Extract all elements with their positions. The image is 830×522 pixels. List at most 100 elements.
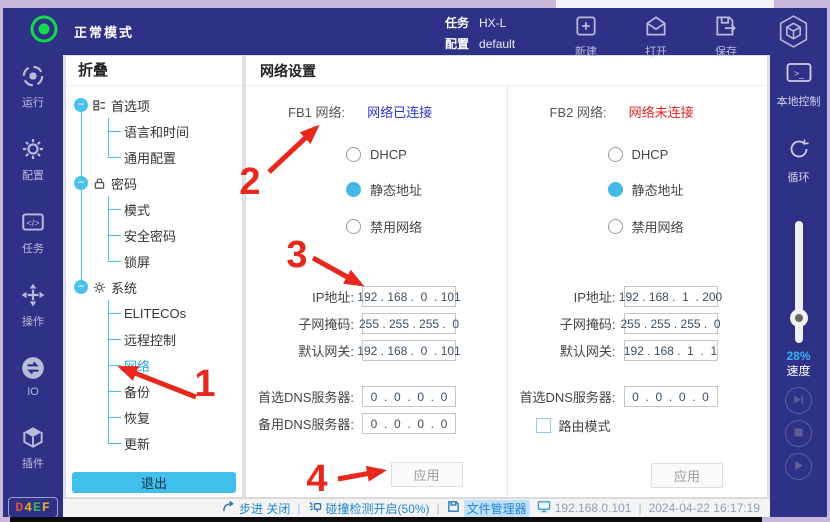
status-separator: | — [297, 501, 300, 515]
speed-slider[interactable] — [790, 221, 808, 343]
sidebar-item-io[interactable]: IO — [20, 355, 46, 398]
new-task-button[interactable]: 新建 — [563, 13, 609, 59]
local-control-icon: >_ — [785, 61, 813, 90]
fb2-ip-input[interactable]: 192 . 168 . 1 . 200 — [624, 286, 718, 307]
save-task-button[interactable]: 保存 — [703, 13, 749, 59]
tree-item-remote-control[interactable]: 远程控制 — [108, 326, 242, 352]
preferences-children: 语言和时间 通用配置 — [108, 118, 242, 170]
fb2-gateway-input[interactable]: 192 . 168 . 1 . 1 — [624, 340, 718, 361]
sidebar-item-config[interactable]: 配置 — [20, 136, 46, 183]
tree-item-mode[interactable]: 模式 — [108, 196, 242, 222]
fb1-ip-input[interactable]: 192 . 168 . 0 . 101 — [362, 286, 456, 307]
tree-item-backup[interactable]: 备份 — [108, 378, 242, 404]
network-settings-panel: 网络设置 FB1 网络: 网络已连接 DHCP — [245, 55, 768, 498]
mode-indicator[interactable]: 正常模式 — [29, 14, 134, 49]
exit-button[interactable]: 退出 — [72, 472, 236, 493]
sidebar-item-label: 任务 — [22, 240, 44, 256]
sidebar-item-operate[interactable]: 操作 — [20, 282, 46, 329]
fb1-gateway-input[interactable]: 192 . 168 . 0 . 101 — [362, 340, 456, 361]
settings-tree-panel: 折叠 − 首选项 语言和时间 通用配置 — [65, 55, 243, 498]
step-icon — [222, 500, 235, 516]
tree-node-preferences[interactable]: − 首选项 — [74, 92, 242, 118]
fb1-dns1-input[interactable]: 0 . 0 . 0 . 0 — [362, 386, 456, 407]
collapse-minus-icon[interactable]: − — [74, 280, 88, 294]
fb1-address-fields: IP地址: 192 . 168 . 0 . 101 子网掩码: 255 . 25… — [246, 286, 507, 361]
route-mode-checkbox[interactable] — [536, 418, 551, 433]
save-icon — [713, 13, 739, 42]
panel-title: 网络设置 — [246, 56, 767, 86]
fb2-radio-group: DHCP 静态地址 禁用网络 — [608, 147, 768, 236]
fb2-radio-static[interactable]: 静态地址 — [608, 180, 768, 199]
file-manager-button[interactable]: 文件管理器 — [447, 500, 530, 517]
top-bar: 正常模式 任务 HX-L 配置 default 新建 — [3, 8, 827, 55]
preferences-icon — [93, 99, 106, 112]
password-children: 模式 安全密码 锁屏 — [108, 196, 242, 274]
collapse-header[interactable]: 折叠 — [66, 56, 242, 86]
task-label: 任务 — [445, 14, 469, 31]
fb2-address-fields: IP地址: 192 . 168 . 1 . 200 子网掩码: 255 . 25… — [508, 286, 768, 361]
fb1-dns2-input[interactable]: 0 . 0 . 0 . 0 — [362, 413, 456, 434]
stop-button[interactable] — [785, 420, 812, 447]
fb1-radio-dhcp[interactable]: DHCP — [346, 147, 507, 162]
tree-item-update[interactable]: 更新 — [108, 430, 242, 456]
fb2-column: FB2 网络: 网络未连接 DHCP 静态地址 — [507, 86, 768, 497]
plugin-icon — [20, 424, 46, 453]
radio-circle-selected — [608, 182, 623, 197]
route-mode-checkbox-row[interactable]: 路由模式 — [536, 416, 768, 435]
tree-node-password[interactable]: − 密码 — [74, 170, 242, 196]
tree-item-restore[interactable]: 恢复 — [108, 404, 242, 430]
save-task-label: 保存 — [715, 43, 737, 59]
loop-label: 循环 — [788, 169, 810, 185]
open-icon — [643, 13, 669, 42]
task-config-block: 任务 HX-L 配置 default — [445, 14, 515, 52]
sidebar-item-plugin[interactable]: 插件 — [20, 424, 46, 471]
skip-next-icon — [792, 393, 805, 409]
tree-item-language-time[interactable]: 语言和时间 — [108, 118, 242, 144]
local-control-button[interactable]: >_ 本地控制 — [777, 61, 821, 109]
loop-mode-button[interactable]: 循环 — [785, 135, 813, 185]
fb1-radio-static[interactable]: 静态地址 — [346, 180, 507, 199]
step-status[interactable]: 步进 关闭 — [222, 500, 290, 517]
collapse-minus-icon[interactable]: − — [74, 98, 88, 112]
fb2-radio-dhcp[interactable]: DHCP — [608, 147, 768, 162]
tree-item-network[interactable]: 网络 — [108, 352, 242, 378]
sidebar-item-task[interactable]: </> 任务 — [20, 209, 46, 256]
step-forward-button[interactable] — [785, 387, 812, 414]
io-icon — [20, 355, 46, 384]
fb2-radio-disable[interactable]: 禁用网络 — [608, 217, 768, 236]
svg-text:>_: >_ — [793, 69, 804, 79]
open-task-button[interactable]: 打开 — [633, 13, 679, 59]
radio-circle — [608, 147, 623, 162]
collapse-minus-icon[interactable]: − — [74, 176, 88, 190]
fb1-radio-group: DHCP 静态地址 禁用网络 — [346, 147, 507, 236]
tree-item-elitecos[interactable]: ELITECOs — [108, 300, 242, 326]
fb1-apply-button[interactable]: 应用 — [391, 462, 463, 487]
fb2-ip-label: IP地址: — [508, 287, 616, 306]
fb1-mask-input[interactable]: 255 . 255 . 255 . 0 — [362, 313, 456, 334]
fb2-dns1-input[interactable]: 0 . 0 . 0 . 0 — [624, 386, 718, 407]
fb2-gateway-label: 默认网关: — [508, 341, 616, 360]
topbar-actions: 新建 打开 保存 — [563, 13, 749, 59]
task-icon: </> — [20, 209, 46, 238]
local-control-label: 本地控制 — [777, 93, 821, 109]
fb2-apply-button[interactable]: 应用 — [651, 463, 723, 488]
sidebar-item-run[interactable]: 运行 — [20, 63, 46, 110]
fb2-mask-input[interactable]: 255 . 255 . 255 . 0 — [624, 313, 718, 334]
sidebar-item-label: IO — [27, 386, 39, 398]
radio-circle — [346, 219, 361, 234]
fb1-radio-disable[interactable]: 禁用网络 — [346, 217, 507, 236]
tree-item-safety-password[interactable]: 安全密码 — [108, 222, 242, 248]
tree-node-label: 首选项 — [111, 96, 150, 115]
play-button[interactable] — [785, 453, 812, 480]
tree-item-lock-screen[interactable]: 锁屏 — [108, 248, 242, 274]
radio-circle-selected — [346, 182, 361, 197]
status-separator: | — [638, 501, 641, 515]
fb1-dns-fields: 首选DNS服务器: 0 . 0 . 0 . 0 备用DNS服务器: 0 . 0 … — [246, 386, 507, 434]
speed-slider-handle[interactable] — [790, 309, 808, 327]
device-code-badge: D4EF — [8, 497, 57, 518]
tree-item-general-config[interactable]: 通用配置 — [108, 144, 242, 170]
tree-node-system[interactable]: − 系统 — [74, 274, 242, 300]
sidebar-item-label: 运行 — [22, 94, 44, 110]
gear-icon — [93, 281, 106, 294]
collision-status[interactable]: 碰撞检测开启(50%) — [308, 500, 430, 517]
